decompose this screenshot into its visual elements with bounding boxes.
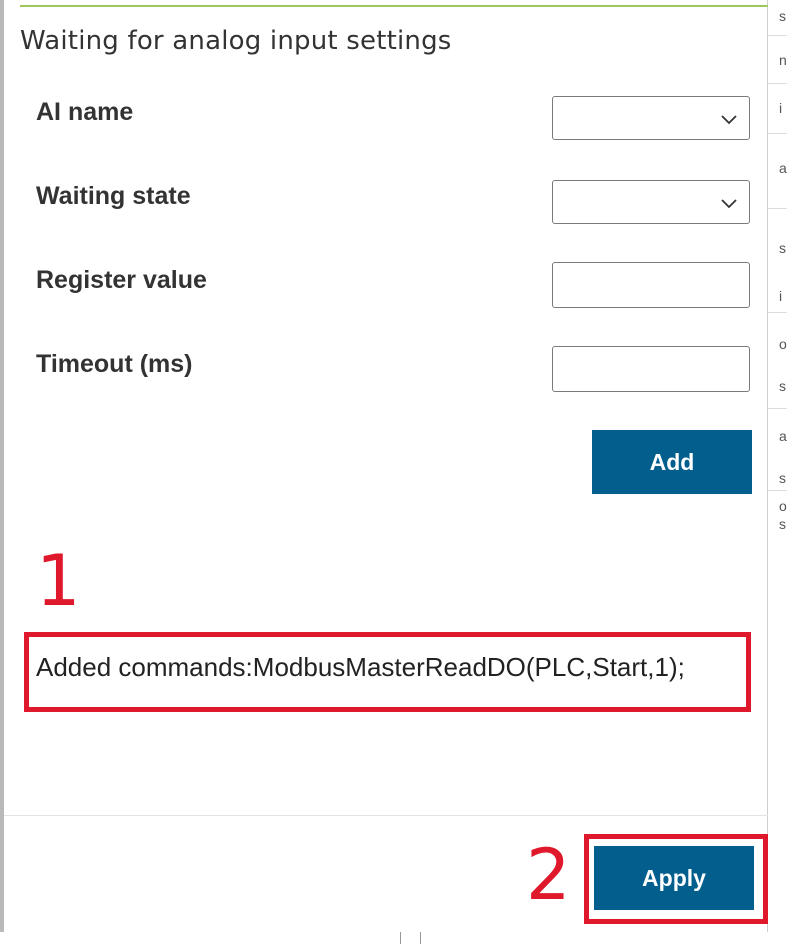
background-glyph: n bbox=[779, 52, 787, 68]
waiting-state-label: Waiting state bbox=[36, 182, 191, 210]
background-glyph: o bbox=[779, 336, 787, 352]
ai-name-select[interactable] bbox=[552, 96, 750, 140]
register-value-label: Register value bbox=[36, 266, 207, 294]
timeout-input[interactable] bbox=[552, 346, 750, 392]
background-glyph: s bbox=[779, 240, 786, 256]
chevron-down-icon bbox=[721, 199, 737, 209]
header-divider bbox=[20, 5, 768, 7]
chevron-down-icon bbox=[721, 115, 737, 125]
settings-dialog: Waiting for analog input settings AI nam… bbox=[4, 0, 768, 932]
background-glyph: i bbox=[779, 100, 783, 116]
background-glyph: i bbox=[779, 288, 783, 304]
waiting-state-select[interactable] bbox=[552, 180, 750, 224]
background-glyph: s bbox=[779, 378, 786, 394]
annotation-number-2: 2 bbox=[526, 834, 571, 916]
apply-button[interactable]: Apply bbox=[594, 846, 754, 910]
timeout-label: Timeout (ms) bbox=[36, 350, 193, 378]
add-button[interactable]: Add bbox=[592, 430, 752, 494]
added-commands-text: Added commands:ModbusMasterReadDO(PLC,St… bbox=[36, 652, 685, 682]
background-glyph: a bbox=[779, 160, 787, 176]
section-title: Waiting for analog input settings bbox=[20, 26, 452, 56]
ai-name-label: AI name bbox=[36, 98, 134, 126]
background-glyph: a bbox=[779, 428, 787, 444]
background-glyph: o bbox=[779, 498, 787, 514]
background-glyph: s bbox=[779, 8, 786, 24]
background-glyph: s bbox=[779, 516, 786, 532]
register-value-input[interactable] bbox=[552, 262, 750, 308]
footer-divider bbox=[4, 815, 768, 816]
background-glyph: s bbox=[779, 470, 786, 486]
background-bottom-edge bbox=[0, 932, 787, 944]
annotation-number-1: 1 bbox=[36, 540, 81, 622]
